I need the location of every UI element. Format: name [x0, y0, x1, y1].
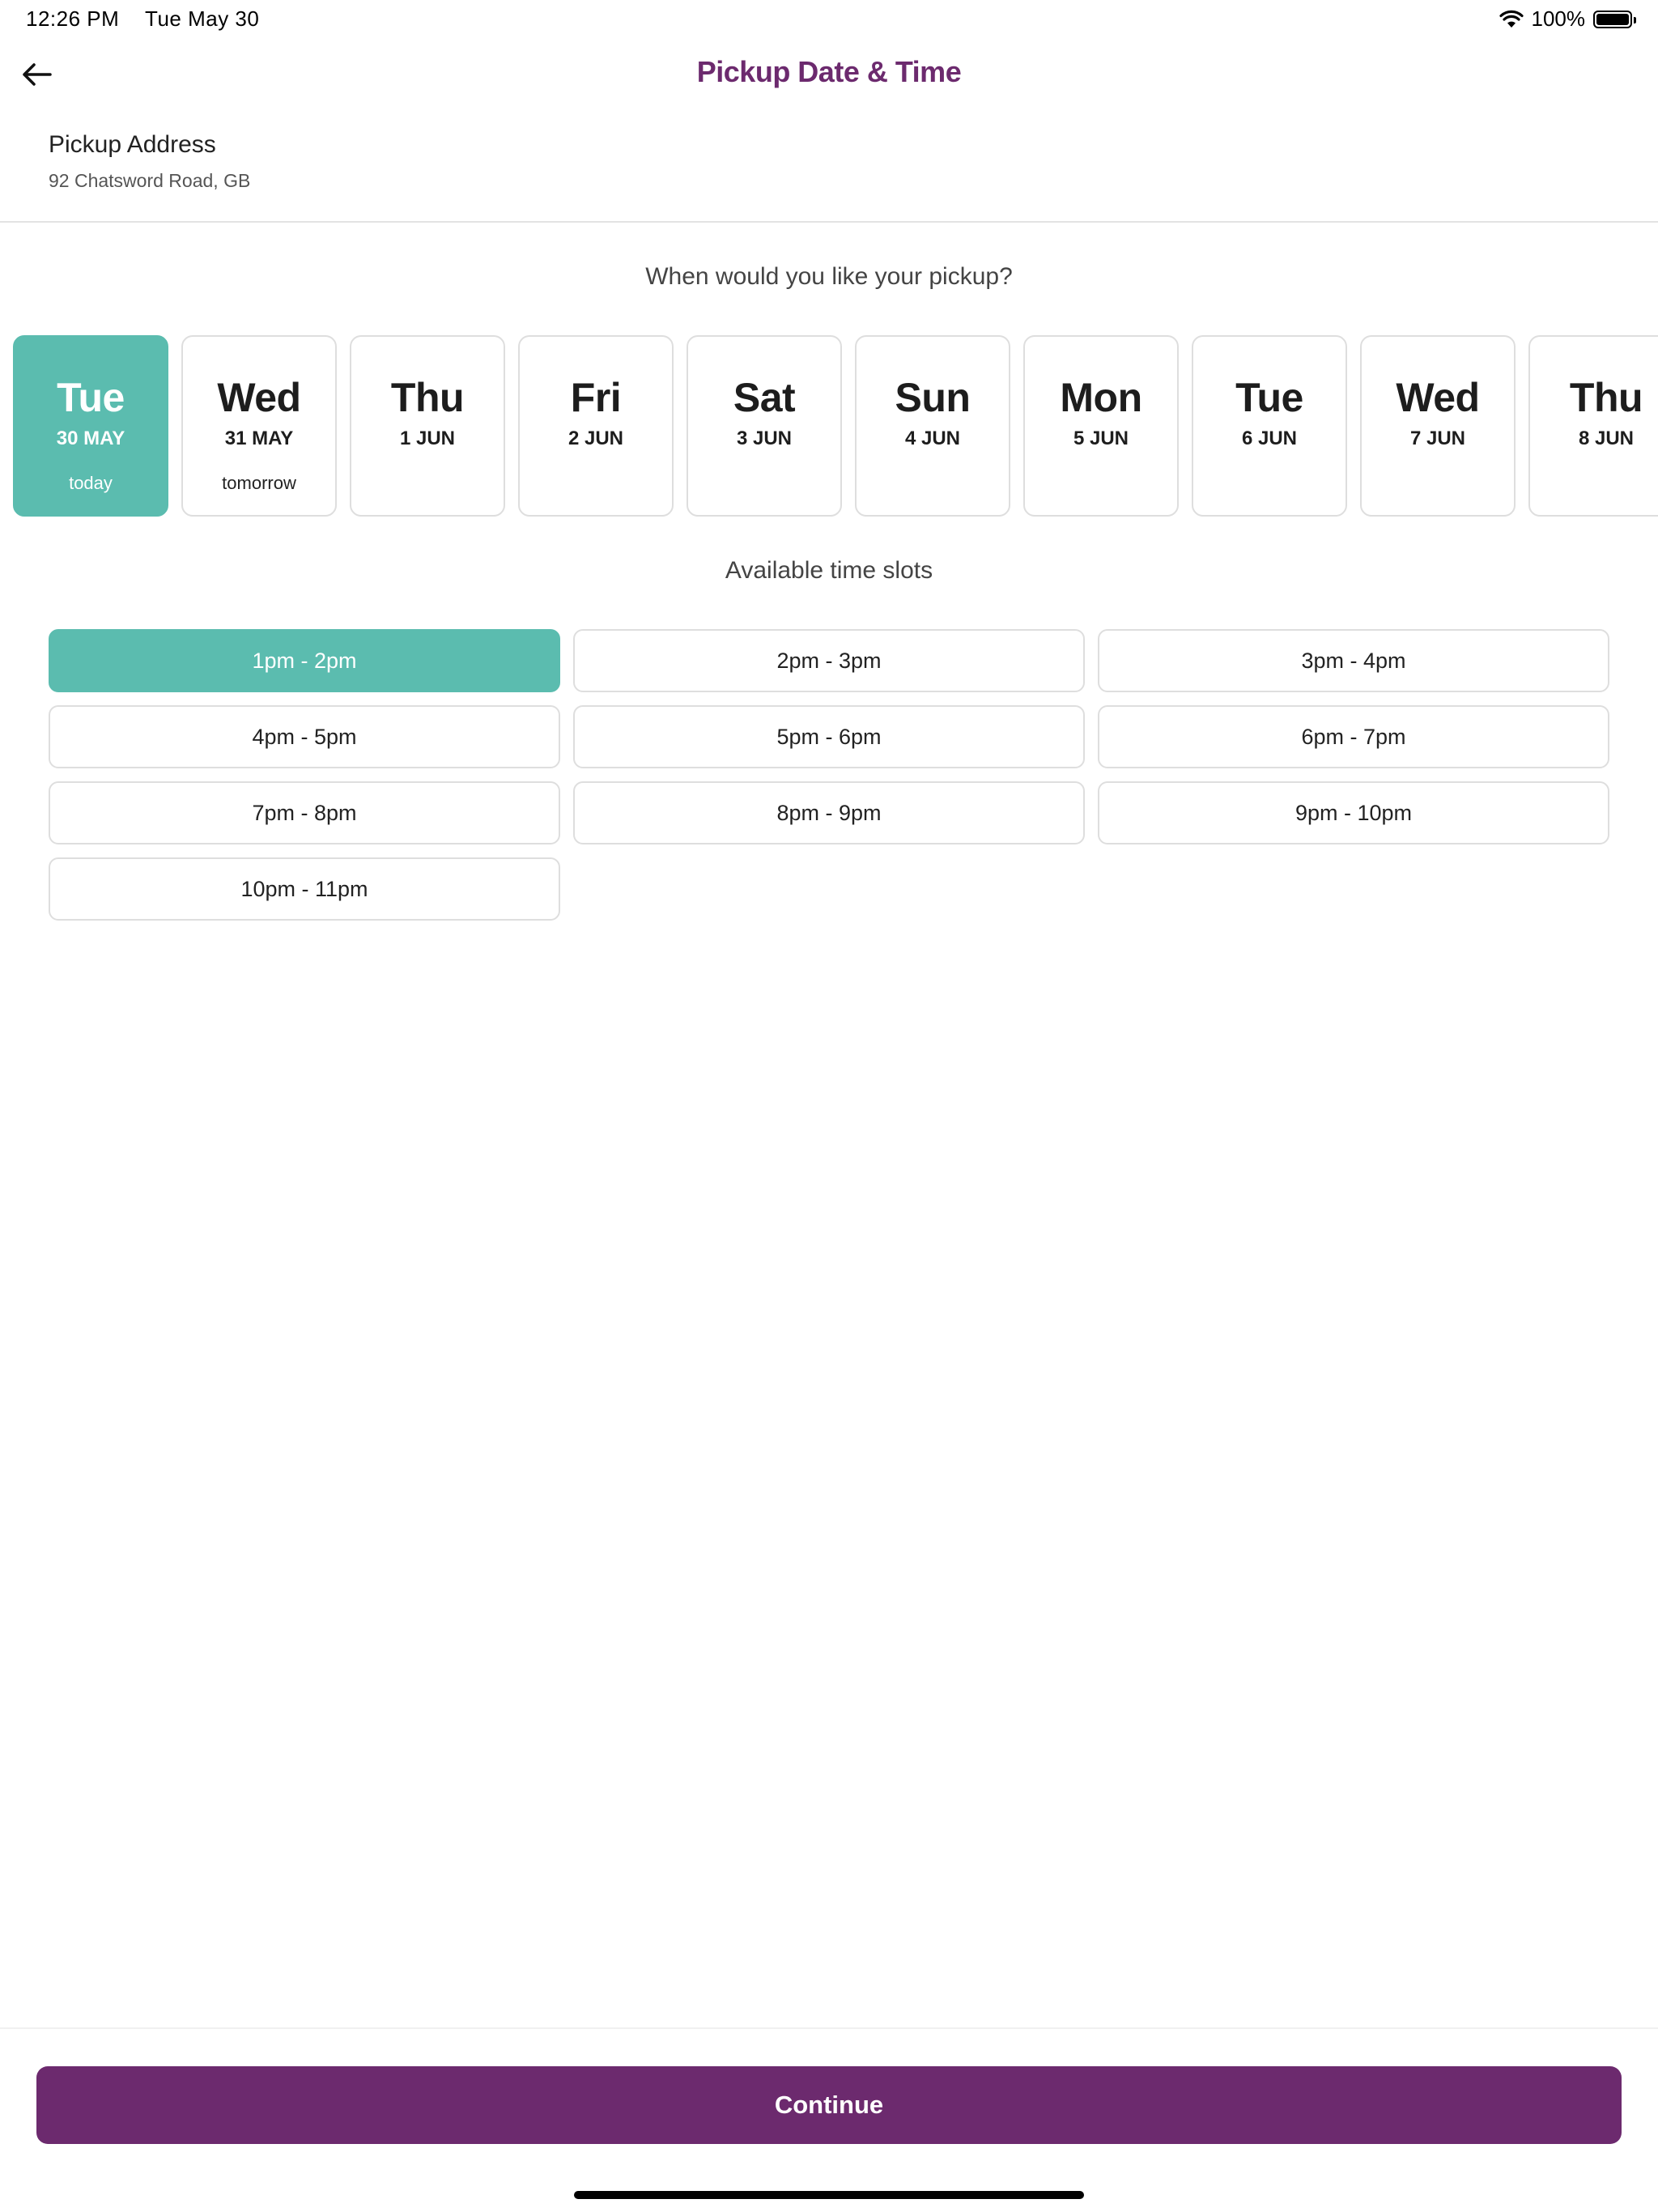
home-indicator — [574, 2191, 1084, 2199]
day-date: 6 JUN — [1241, 428, 1298, 449]
day-card[interactable]: Tue 6 JUN — [1192, 335, 1347, 517]
battery-fill — [1596, 13, 1629, 25]
footer-divider — [0, 2027, 1658, 2029]
time-slot-button[interactable]: 1pm - 2pm — [49, 629, 560, 692]
continue-button[interactable]: Continue — [36, 2066, 1622, 2144]
day-card[interactable]: Tue 30 MAY today — [13, 335, 168, 517]
day-date: 31 MAY — [224, 428, 294, 449]
day-date: 8 JUN — [1578, 428, 1635, 449]
pickup-question: When would you like your pickup? — [645, 263, 1013, 290]
day-name: Wed — [217, 375, 301, 420]
status-bar: 12:26 PM Tue May 30 100% — [0, 0, 1658, 39]
time-slot-button[interactable]: 2pm - 3pm — [573, 629, 1085, 692]
day-name: Wed — [1396, 375, 1480, 420]
day-note: today — [69, 473, 113, 493]
time-slot-grid: 1pm - 2pm 2pm - 3pm 3pm - 4pm 4pm - 5pm 5pm … — [49, 629, 1609, 921]
day-card[interactable]: Thu 1 JUN — [350, 335, 505, 517]
day-name: Mon — [1060, 375, 1142, 420]
pickup-address-label: Pickup Address — [49, 131, 216, 158]
day-card[interactable]: Mon 5 JUN — [1023, 335, 1179, 517]
day-card[interactable]: Wed 7 JUN — [1360, 335, 1516, 517]
day-date: 7 JUN — [1409, 428, 1466, 449]
day-name: Fri — [570, 375, 622, 420]
day-date: 4 JUN — [904, 428, 961, 449]
day-date: 1 JUN — [399, 428, 456, 449]
time-slot-button[interactable]: 9pm - 10pm — [1098, 781, 1609, 844]
day-name: Tue — [57, 375, 125, 420]
day-date: 30 MAY — [56, 428, 125, 449]
header: Pickup Date & Time — [0, 39, 1658, 108]
day-date: 2 JUN — [568, 428, 624, 449]
day-name: Thu — [390, 375, 465, 420]
status-left: 12:26 PM Tue May 30 — [26, 6, 259, 32]
wifi-icon — [1499, 10, 1524, 28]
time-slot-button[interactable]: 7pm - 8pm — [49, 781, 560, 844]
battery-percent: 100% — [1531, 6, 1586, 31]
pickup-address-value: 92 Chatsword Road, GB — [49, 170, 251, 191]
day-date: 3 JUN — [736, 428, 793, 449]
day-name: Thu — [1569, 375, 1643, 420]
slots-title: Available time slots — [725, 557, 933, 584]
time-slot-button[interactable]: 3pm - 4pm — [1098, 629, 1609, 692]
divider — [0, 221, 1658, 223]
date-selector[interactable]: Tue 30 MAY today Wed 31 MAY tomorrow Thu 1 JUN F… — [13, 335, 1658, 517]
day-name: Sun — [895, 375, 971, 420]
status-right: 100% — [1499, 6, 1636, 32]
pickup-address: Pickup Address 92 Chatsword Road, GB — [49, 131, 250, 192]
status-date: Tue May 30 — [145, 6, 260, 31]
time-slot-button[interactable]: 5pm - 6pm — [573, 705, 1085, 768]
day-card[interactable]: Wed 31 MAY tomorrow — [181, 335, 337, 517]
day-card[interactable]: Sat 3 JUN — [687, 335, 842, 517]
day-note: tomorrow — [222, 473, 296, 493]
day-name: Tue — [1235, 375, 1303, 420]
page-title: Pickup Date & Time — [696, 55, 962, 88]
day-card[interactable]: Thu 8 JUN — [1528, 335, 1658, 517]
time-slot-button[interactable]: 10pm - 11pm — [49, 857, 560, 921]
battery-icon — [1593, 10, 1636, 28]
time-slot-button[interactable]: 6pm - 7pm — [1098, 705, 1609, 768]
time-slot-button[interactable]: 8pm - 9pm — [573, 781, 1085, 844]
day-card[interactable]: Sun 4 JUN — [855, 335, 1010, 517]
day-name: Sat — [733, 375, 796, 420]
day-date: 5 JUN — [1073, 428, 1129, 449]
time-slot-button[interactable]: 4pm - 5pm — [49, 705, 560, 768]
day-card[interactable]: Fri 2 JUN — [518, 335, 674, 517]
status-time: 12:26 PM — [26, 6, 120, 31]
